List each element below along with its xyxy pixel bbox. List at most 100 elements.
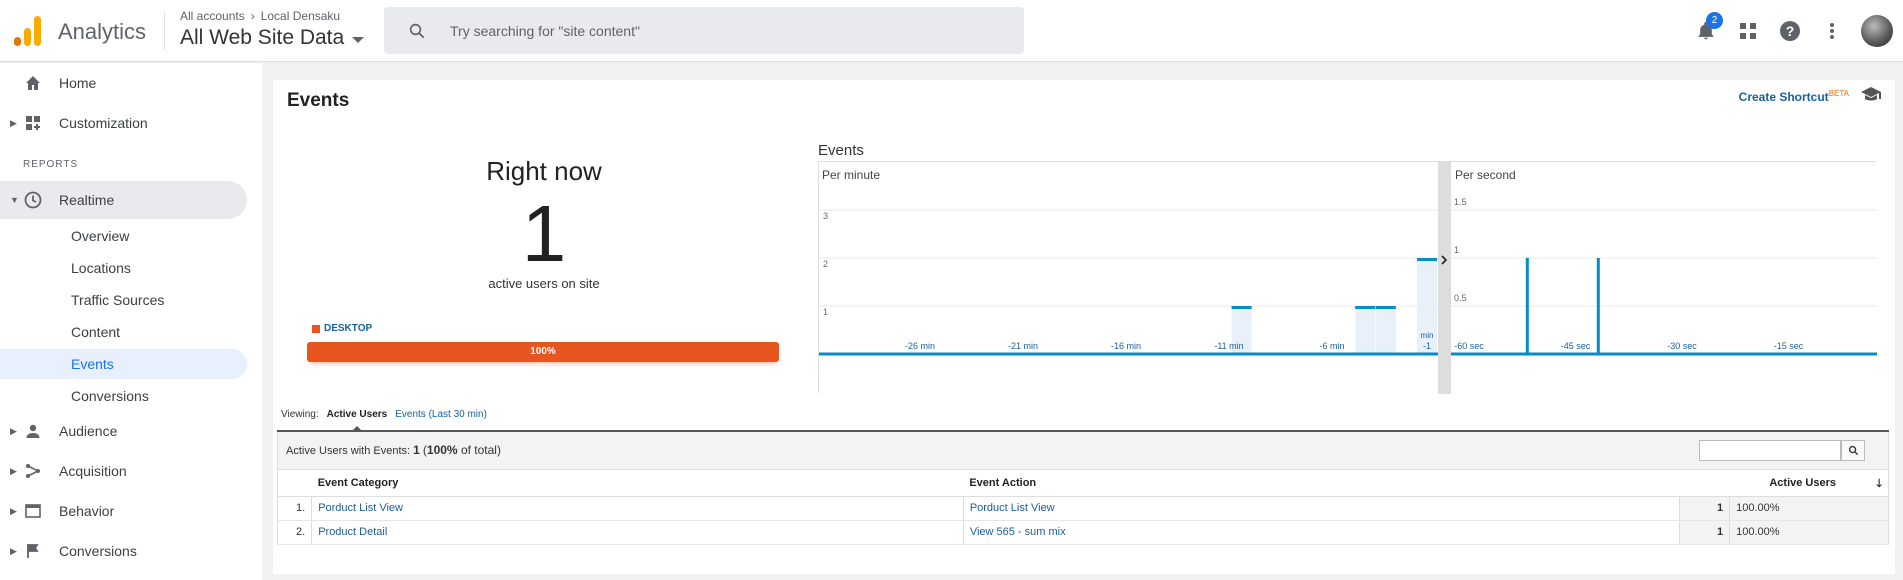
sidebar-item-traffic-sources[interactable]: Traffic Sources <box>0 285 247 315</box>
sidebar-item-behavior[interactable]: ▶ Behavior <box>0 492 250 530</box>
sidebar-item-customization[interactable]: ▶ Customization <box>0 104 250 142</box>
sidebar-item-events[interactable]: Events <box>0 349 247 379</box>
acquisition-icon <box>24 462 42 480</box>
page-title: Events <box>287 90 350 111</box>
table-header-row: Event Category Event Action Active Users… <box>276 470 1890 497</box>
index-header <box>276 470 312 497</box>
sidebar-item-acquisition[interactable]: ▶ Acquisition <box>0 452 250 490</box>
bar-fill <box>1355 306 1376 354</box>
column-header-action[interactable]: Event Action <box>963 470 1680 497</box>
legend-swatch <box>312 324 320 333</box>
bar-fill <box>1375 306 1396 354</box>
events-table: Active Users with Events: 1 (100% of tot… <box>276 430 1890 545</box>
help-icon: ? <box>1780 21 1800 41</box>
home-icon <box>24 74 42 92</box>
sidebar-item-audience[interactable]: ▶ Audience <box>0 412 250 450</box>
active-users-pct: 100.00% <box>1729 520 1889 545</box>
sidebar-item-realtime[interactable]: ▼ Realtime <box>0 181 247 219</box>
tab-events-last-30[interactable]: Events (Last 30 min) <box>395 409 487 420</box>
active-users-pct: 100.00% <box>1729 496 1889 521</box>
help-button[interactable]: ? <box>1773 14 1807 48</box>
search-icon <box>409 23 425 38</box>
y-tick-label: 3 <box>823 211 828 221</box>
sidebar-item-label: Customization <box>59 115 148 131</box>
apps-button[interactable] <box>1731 14 1765 48</box>
more-button[interactable] <box>1815 14 1849 48</box>
x-tick-label: -1 <box>1423 341 1431 351</box>
sidebar-item-conversions[interactable]: ▶ Conversions <box>0 532 250 570</box>
breadcrumb-property[interactable]: Local Densaku <box>261 9 340 23</box>
person-icon <box>24 422 42 440</box>
sidebar-item-label: Home <box>59 75 97 91</box>
x-tick-label: min <box>1421 331 1434 340</box>
chart-title: Events <box>818 142 864 159</box>
create-shortcut-button[interactable]: Create ShortcutBETA <box>1739 89 1849 104</box>
expand-arrow-icon: ▶ <box>10 117 17 128</box>
sidebar-item-label: Audience <box>59 423 118 439</box>
sidebar-item-label: Conversions <box>59 543 137 559</box>
table-row: 1. Porduct List View Porduct List View 1 100… <box>276 496 1889 521</box>
sort-descending-icon: 🡓 <box>1876 478 1882 490</box>
column-header-active-users[interactable]: Active Users 🡓 <box>1679 470 1890 497</box>
event-action-link[interactable]: View 565 - sum mix <box>963 520 1680 545</box>
collapse-arrow-icon: ▼ <box>10 195 19 205</box>
breadcrumb-account[interactable]: All accounts <box>180 9 245 23</box>
chevron-right-icon: › <box>250 9 255 23</box>
header-divider <box>164 12 165 50</box>
y-tick-label: 0.5 <box>1454 293 1467 303</box>
breadcrumb[interactable]: All accounts › Local Densaku <box>180 9 340 23</box>
expand-arrow-icon: ▶ <box>10 465 17 476</box>
data-table: Event Category Event Action Active Users… <box>276 470 1890 545</box>
y-tick-label: 2 <box>823 259 828 269</box>
y-tick-label: 1.5 <box>1454 197 1467 207</box>
viewing-label: Viewing: <box>281 409 319 420</box>
x-tick-label: -30 sec <box>1667 341 1697 351</box>
row-index: 2. <box>276 520 313 545</box>
sidebar-item-locations[interactable]: Locations <box>0 253 247 283</box>
table-search-input[interactable] <box>1699 440 1841 461</box>
sidebar: Home ▶ Customization REPORTS ▼ Realtime … <box>0 63 262 580</box>
event-action-link[interactable]: Porduct List View <box>963 496 1680 521</box>
table-search-button[interactable] <box>1841 440 1865 461</box>
event-category-link[interactable]: Porduct List View <box>311 496 964 521</box>
x-tick-label: -21 min <box>1008 341 1038 351</box>
tab-active-users[interactable]: Active Users <box>327 409 387 431</box>
chart-splitter[interactable] <box>1438 162 1451 394</box>
analytics-logo-icon[interactable] <box>14 16 44 46</box>
active-users-value: 1 <box>1678 520 1730 545</box>
expand-arrow-icon: ▶ <box>10 545 17 556</box>
flag-icon <box>24 542 42 560</box>
sidebar-item-home[interactable]: Home <box>0 64 250 102</box>
header-actions: 2 ? <box>1685 12 1903 48</box>
search-bar[interactable] <box>384 7 1024 54</box>
column-header-category[interactable]: Event Category <box>311 470 964 497</box>
avatar[interactable] <box>1861 15 1893 47</box>
event-category-link[interactable]: Product Detail <box>311 520 964 545</box>
sidebar-item-label: Acquisition <box>59 463 127 479</box>
right-now-title: Right now <box>486 156 602 186</box>
search-input[interactable] <box>448 21 968 40</box>
property-selector[interactable]: All Web Site Data <box>180 26 365 50</box>
device-label: DESKTOP <box>324 323 373 334</box>
device-legend: DESKTOP <box>312 323 372 334</box>
x-tick-label: -60 sec <box>1454 341 1484 351</box>
y-tick-label: 1 <box>1454 245 1459 255</box>
bar-cap <box>1355 306 1376 309</box>
beta-badge: BETA <box>1828 89 1849 98</box>
property-name: All Web Site Data <box>180 26 345 49</box>
column-header-label: Active Users <box>1769 476 1836 489</box>
sidebar-item-conversions-realtime[interactable]: Conversions <box>0 381 247 411</box>
x-tick-label: -45 sec <box>1561 341 1591 351</box>
sidebar-item-label: Realtime <box>59 192 115 208</box>
x-tick-label: -15 sec <box>1774 341 1804 351</box>
sidebar-item-content[interactable]: Content <box>0 317 247 347</box>
graduation-cap-icon[interactable] <box>1861 86 1881 102</box>
behavior-icon <box>24 502 42 520</box>
bar <box>1525 258 1529 354</box>
app-name: Analytics <box>58 19 147 44</box>
svg-text:?: ? <box>1786 23 1795 39</box>
bar-cap <box>1375 306 1396 309</box>
summary-suffix: of total) <box>460 443 501 457</box>
sidebar-item-overview[interactable]: Overview <box>0 221 247 251</box>
notifications-button[interactable]: 2 <box>1689 12 1723 48</box>
